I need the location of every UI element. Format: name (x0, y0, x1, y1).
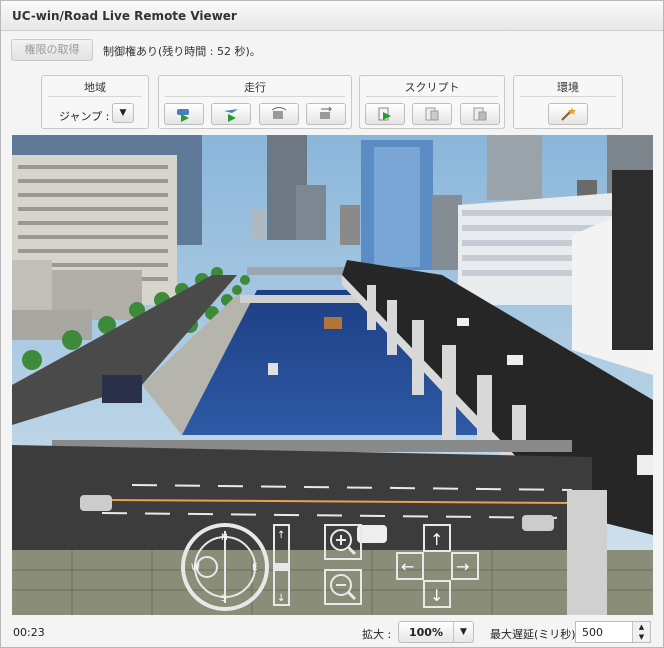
svg-text:↑: ↑ (430, 530, 443, 549)
acquire-control-button[interactable]: 権限の取得 (11, 39, 93, 61)
zoom-value: 100% (409, 626, 443, 639)
spin-down-icon[interactable]: ▼ (633, 632, 650, 642)
compass-s: S (221, 594, 227, 604)
compass-w: W (191, 563, 200, 573)
drive-plane-button[interactable] (211, 103, 251, 125)
drive-panel-title: 走行 (244, 81, 266, 94)
up-arrow-icon[interactable]: ↑ (423, 524, 451, 552)
region-panel: 地域 ジャンプ : ▼ (41, 75, 149, 129)
compass-control[interactable]: N E S W (181, 523, 269, 611)
control-status-text: 制御権あり(残り時間 : 52 秒)。 (103, 45, 261, 58)
left-arrow-icon[interactable]: ← (396, 552, 424, 580)
magnifier-plus-icon[interactable] (324, 524, 362, 560)
window-title: UC-win/Road Live Remote Viewer (12, 9, 237, 23)
zoom-select[interactable]: 100% ▼ (398, 621, 474, 643)
car-settings-button[interactable] (259, 103, 299, 125)
drive-panel: 走行 (158, 75, 352, 129)
max-delay-input[interactable]: 500 ▲ ▼ (575, 621, 651, 643)
max-delay-value: 500 (582, 626, 603, 639)
region-divider (48, 96, 142, 97)
environment-panel: 環境 (513, 75, 623, 129)
svg-text:←: ← (401, 557, 414, 576)
right-arrow-icon[interactable]: → (451, 552, 479, 580)
down-arrow-icon[interactable]: ↓ (423, 580, 451, 608)
title-bar: UC-win/Road Live Remote Viewer (1, 1, 663, 31)
app-window: UC-win/Road Live Remote Viewer 権限の取得 制御権… (0, 0, 664, 648)
svg-text:↓: ↓ (430, 586, 443, 605)
jump-dropdown-button[interactable]: ▼ (112, 103, 134, 123)
magnifier-minus-icon[interactable] (324, 569, 362, 605)
script-pause-icon (425, 107, 439, 121)
script-panel: スクリプト (359, 75, 505, 129)
drive-divider (165, 96, 345, 97)
car-settings-icon (271, 107, 287, 119)
drive-car-button[interactable] (164, 103, 204, 125)
navigation-overlay: N E S W ↑ ↓ ↑ ↓ ← → (181, 523, 479, 611)
magic-wand-icon (561, 107, 576, 121)
play-plane-icon (224, 109, 238, 122)
svg-text:→: → (456, 557, 469, 576)
zoom-label: 拡大 : (362, 628, 392, 641)
spin-up-icon[interactable]: ▲ (633, 622, 650, 632)
car-swap-button[interactable] (306, 103, 346, 125)
up-small-arrow-icon[interactable]: ↑ (277, 530, 285, 541)
down-small-arrow-icon[interactable]: ↓ (277, 593, 285, 604)
environment-panel-title: 環境 (557, 81, 579, 94)
elapsed-time: 00:23 (13, 626, 45, 639)
environment-button[interactable] (548, 103, 588, 125)
script-stop-icon (473, 107, 487, 121)
compass-n: N (221, 533, 228, 543)
script-divider (366, 96, 498, 97)
script-stop-button[interactable] (460, 103, 500, 125)
3d-viewport[interactable]: N E S W ↑ ↓ ↑ ↓ ← → (12, 135, 653, 615)
max-delay-label: 最大遅延(ミリ秒) : (490, 628, 583, 641)
play-script-icon (378, 107, 391, 121)
triangle-down-icon: ▼ (119, 108, 127, 118)
jump-label: ジャンプ : (59, 110, 110, 123)
script-pause-button[interactable] (412, 103, 452, 125)
chevron-down-icon: ▼ (453, 622, 473, 642)
environment-divider (520, 96, 616, 97)
compass-e: E (252, 563, 258, 573)
script-panel-title: スクリプト (404, 81, 460, 94)
play-script-button[interactable] (365, 103, 405, 125)
car-swap-icon (320, 106, 333, 119)
delay-spinner[interactable]: ▲ ▼ (632, 622, 650, 642)
play-car-icon (177, 109, 189, 122)
region-panel-title: 地域 (84, 81, 106, 94)
altitude-slider[interactable]: ↑ ↓ (273, 524, 290, 606)
